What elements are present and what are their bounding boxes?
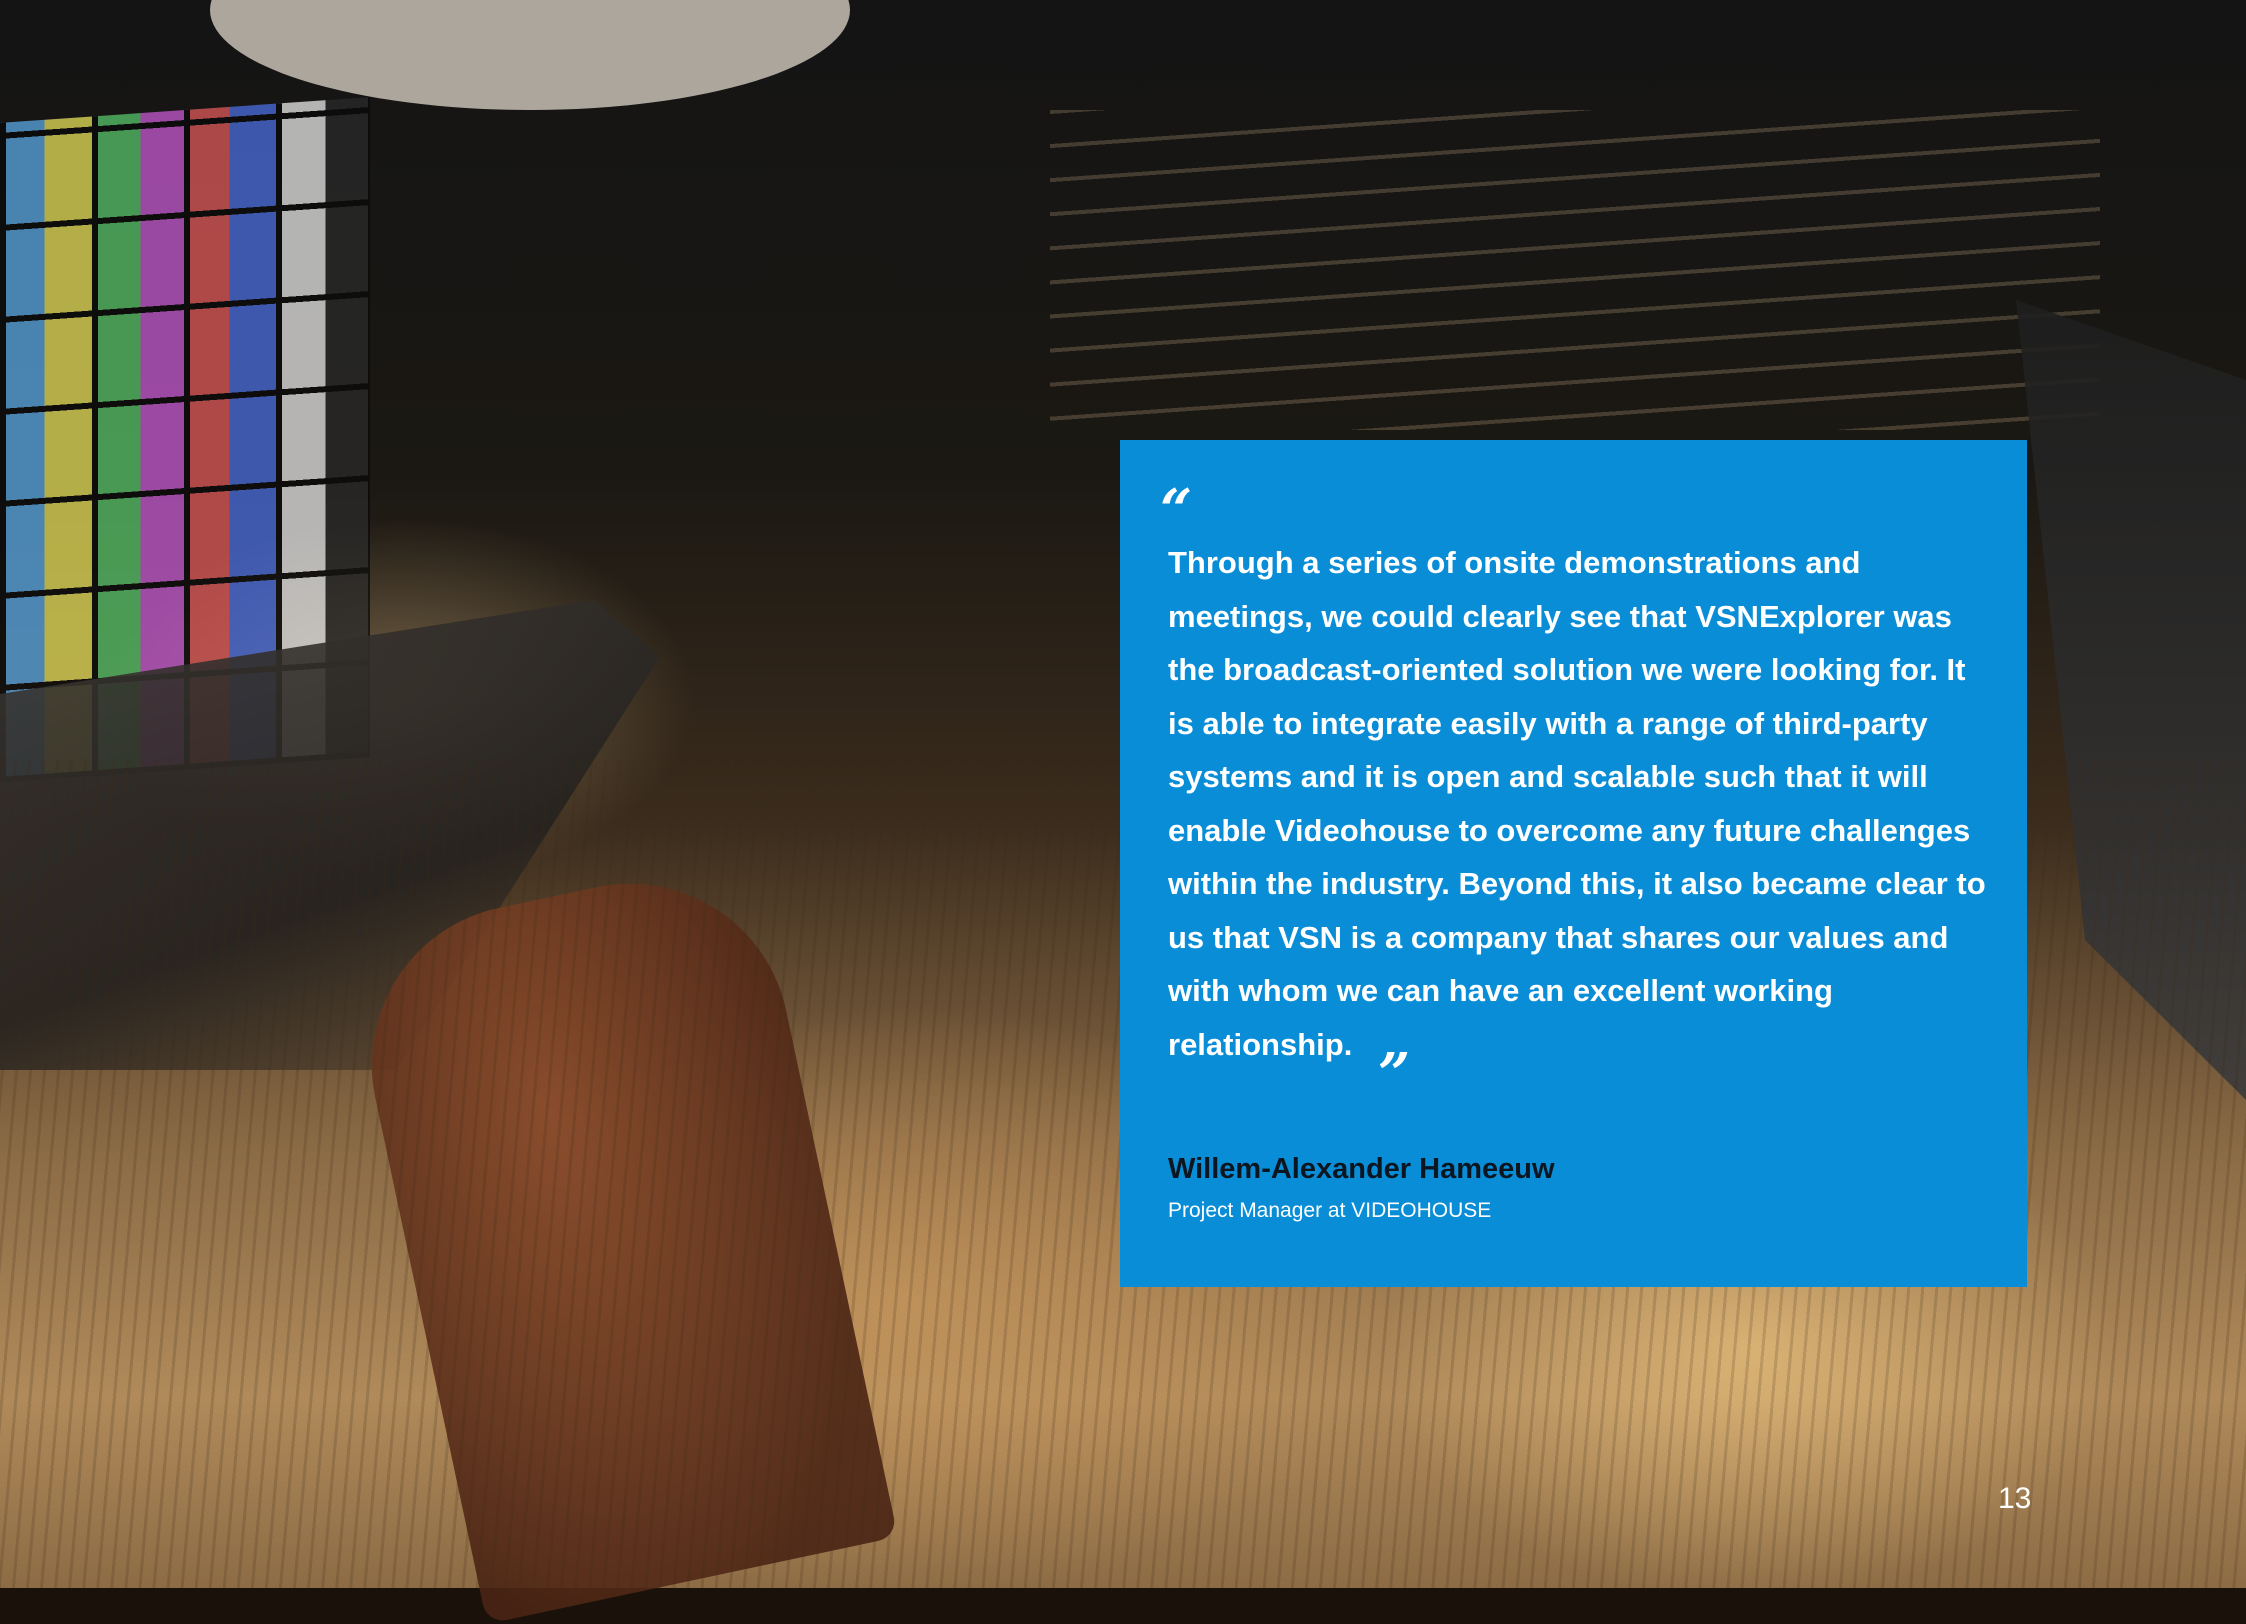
close-quote-mark: ” [1378, 1041, 1411, 1107]
ceiling-light-fixture [210, 0, 850, 110]
testimonial-panel: “ Through a series of onsite demonstrati… [1120, 440, 2027, 1287]
author-role: Project Manager at VIDEOHOUSE [1168, 1199, 1492, 1222]
testimonial-text: Through a series of onsite demonstration… [1168, 545, 1986, 1062]
wall-slats [1050, 110, 2100, 430]
page-number: 13 [1998, 1482, 2032, 1515]
author-name: Willem-Alexander Hameeuw [1168, 1153, 1555, 1185]
open-quote-mark: “ [1160, 477, 1193, 543]
